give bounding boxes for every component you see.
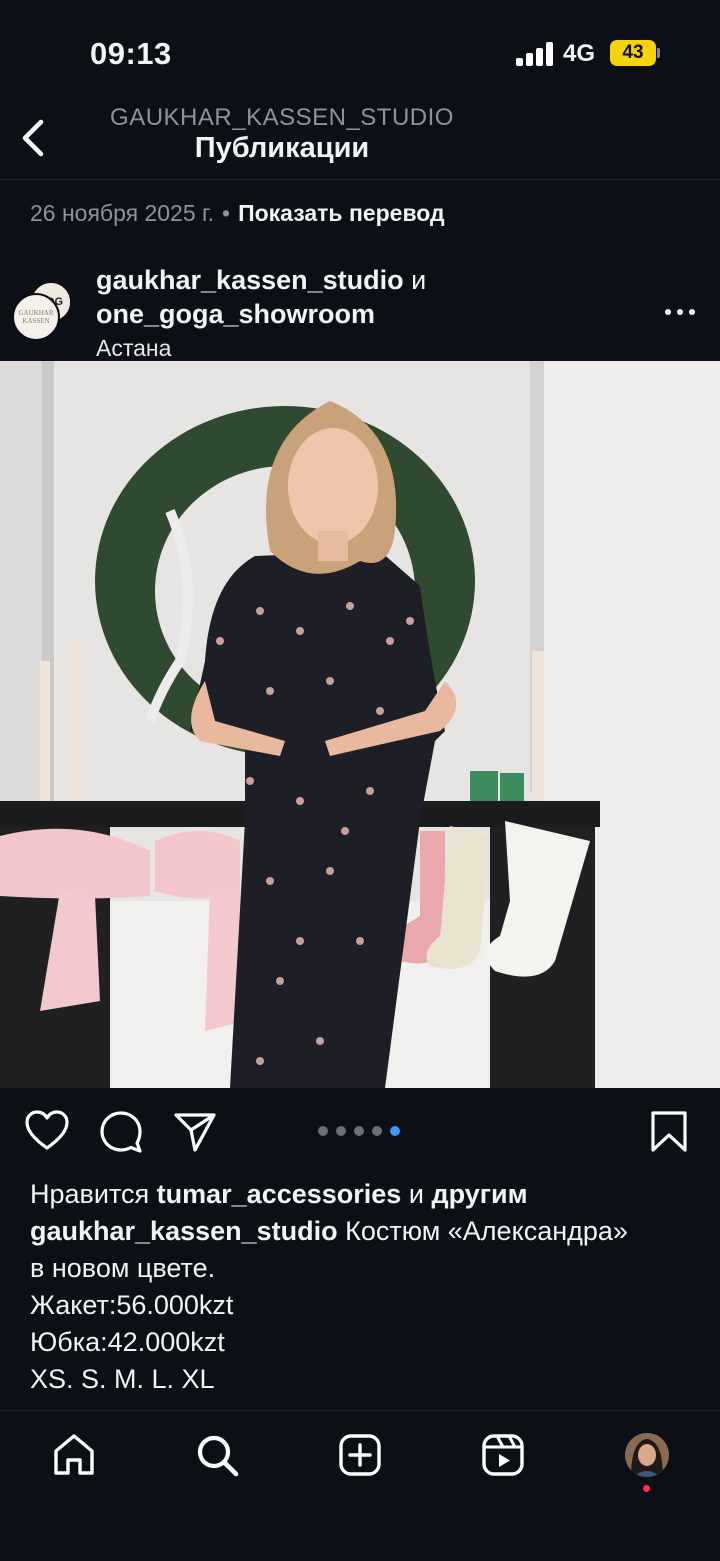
collab-avatars[interactable]: OG GAUKHAR KASSEN bbox=[12, 281, 74, 343]
network-type: 4G bbox=[563, 40, 596, 67]
post-date: 26 ноября 2025 г. bbox=[30, 200, 214, 226]
show-translation-link[interactable]: Показать перевод bbox=[238, 200, 445, 226]
carousel-dot bbox=[354, 1126, 364, 1136]
signal-icon bbox=[516, 42, 554, 66]
likes-prefix: Нравится bbox=[30, 1179, 150, 1209]
share-button[interactable] bbox=[172, 1108, 218, 1154]
caption-line-4: Юбка:42.000kzt bbox=[30, 1327, 225, 1357]
caption-line-3: Жакет:56.000kzt bbox=[30, 1290, 234, 1320]
search-icon bbox=[197, 1435, 239, 1477]
account-link-collab[interactable]: one_goga_showroom bbox=[96, 299, 375, 329]
avatar: GAUKHAR KASSEN bbox=[12, 293, 60, 341]
caption-line-1: gaukhar_kassen_studio Костюм «Александра… bbox=[30, 1213, 700, 1250]
nav-search[interactable] bbox=[193, 1431, 241, 1479]
post-actions bbox=[0, 1088, 720, 1176]
bookmark-icon bbox=[651, 1111, 687, 1152]
carousel-dot bbox=[318, 1126, 328, 1136]
caption-text: Костюм «Александра» bbox=[345, 1216, 628, 1246]
caption-line-5: XS. S. M. L. XL bbox=[30, 1364, 215, 1394]
more-options-button[interactable] bbox=[660, 297, 700, 327]
nav-reels[interactable] bbox=[479, 1431, 527, 1479]
carousel-indicator bbox=[318, 1123, 408, 1136]
likes-others-link[interactable]: другим bbox=[431, 1179, 527, 1209]
avatar-text-bottom: KASSEN bbox=[22, 317, 50, 325]
liker-link[interactable]: tumar_accessories bbox=[157, 1179, 402, 1209]
more-dots-icon bbox=[665, 309, 671, 315]
save-button[interactable] bbox=[646, 1108, 692, 1154]
battery-icon: 43 bbox=[610, 40, 660, 66]
bottom-nav bbox=[0, 1410, 720, 1561]
send-icon bbox=[174, 1113, 216, 1152]
nav-create[interactable] bbox=[336, 1431, 384, 1479]
avatar-text-top: GAUKHAR bbox=[18, 309, 54, 317]
conjunction: и bbox=[411, 265, 427, 295]
heart-icon bbox=[25, 1110, 69, 1150]
post-header: OG GAUKHAR KASSEN gaukhar_kassen_studio … bbox=[0, 255, 720, 362]
post-accounts-line-2: one_goga_showroom bbox=[96, 299, 375, 330]
comment-button[interactable] bbox=[98, 1108, 144, 1154]
header-username[interactable]: GAUKHAR_KASSEN_STUDIO bbox=[0, 104, 564, 132]
caption-author-link[interactable]: gaukhar_kassen_studio bbox=[30, 1216, 338, 1246]
post-image[interactable] bbox=[0, 361, 720, 1088]
nav-profile-avatar[interactable] bbox=[625, 1433, 669, 1477]
previous-caption-clipped bbox=[30, 166, 330, 182]
likes-conj: и bbox=[408, 1179, 424, 1209]
home-icon bbox=[54, 1434, 94, 1475]
separator-dot: • bbox=[222, 200, 231, 226]
carousel-dot bbox=[336, 1126, 346, 1136]
like-button[interactable] bbox=[24, 1108, 70, 1154]
comment-icon bbox=[100, 1111, 142, 1153]
location-link[interactable]: Астана bbox=[96, 335, 171, 362]
battery-level: 43 bbox=[610, 40, 656, 66]
caption-line-2: в новом цвете. bbox=[30, 1253, 216, 1283]
nav-home[interactable] bbox=[50, 1431, 98, 1479]
status-time: 09:13 bbox=[90, 36, 172, 71]
carousel-dot bbox=[372, 1126, 382, 1136]
status-bar: 09:13 4G 43 bbox=[0, 0, 720, 100]
post-accounts-line: gaukhar_kassen_studio и bbox=[96, 265, 426, 296]
previous-post-meta: 26 ноября 2025 г. • Показать перевод bbox=[30, 200, 445, 227]
post-caption: Нравится tumar_accessories и другим gauk… bbox=[30, 1176, 700, 1398]
likes-line: Нравится tumar_accessories и другим bbox=[30, 1176, 700, 1213]
account-link-primary[interactable]: gaukhar_kassen_studio bbox=[96, 265, 404, 295]
reels-icon bbox=[482, 1434, 524, 1476]
notification-dot bbox=[643, 1485, 650, 1492]
create-icon bbox=[339, 1434, 381, 1476]
carousel-dot-active bbox=[390, 1126, 400, 1136]
page-title: Публикации bbox=[194, 132, 370, 164]
